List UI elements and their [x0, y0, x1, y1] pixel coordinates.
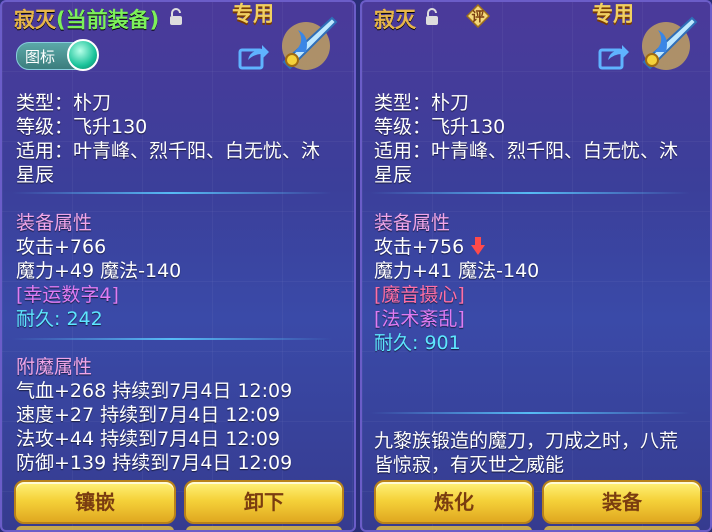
item-title: 寂灭(当前装备) [14, 4, 159, 34]
durability-label: 耐久: [16, 308, 61, 330]
usable-classes-line1: 适用：叶青峰、烈千阳、白无忧、沐 [16, 140, 321, 162]
durability-value: 242 [66, 308, 103, 330]
lock-icon[interactable] [424, 8, 440, 26]
item-level: 等级：飞升130 [16, 116, 148, 138]
divider [12, 192, 332, 194]
divider [370, 192, 690, 194]
current-equipment-panel: 寂灭(当前装备) 专用 图标 类型：朴刀 等级：飞升130 适用：叶青峰、烈千阳… [0, 0, 356, 532]
durability-value: 901 [424, 332, 461, 354]
blade-item-icon [642, 16, 698, 70]
magic-stat: 魔力+41 魔法-140 [374, 260, 540, 282]
usable-classes-line2: 星辰 [16, 164, 55, 186]
button-edge [376, 526, 532, 530]
item-level: 等级：飞升130 [374, 116, 506, 138]
attack-stat: 攻击+756 [374, 236, 465, 258]
inlay-button[interactable]: 镶嵌 [14, 480, 176, 524]
item-description-line1: 九黎族锻造的魔刀，刀成之时，八荒 [374, 430, 679, 452]
item-title: 寂灭 [374, 4, 416, 34]
attack-stat: 攻击+766 [16, 236, 107, 258]
special-attribute: [法术紊乱] [374, 308, 465, 330]
unequip-button[interactable]: 卸下 [184, 480, 344, 524]
icon-toggle-label: 图标 [25, 48, 56, 66]
divider [370, 412, 690, 414]
enchant-item: 法攻+44 持续到7月4日 12:09 [16, 428, 281, 450]
button-edge [544, 526, 700, 530]
equipment-attributes-heading: 装备属性 [374, 212, 451, 234]
refine-button[interactable]: 炼化 [374, 480, 534, 524]
usable-classes-line1: 适用：叶青峰、烈千阳、白无忧、沐 [374, 140, 679, 162]
toggle-knob [67, 39, 99, 71]
item-name: 寂灭 [14, 8, 56, 32]
compare-equipment-panel: 寂灭 评 专用 类型：朴刀 等级：飞升130 适用：叶青峰、烈千阳、白无忧、沐 … [360, 0, 712, 532]
lock-icon[interactable] [168, 8, 184, 26]
blade-item-icon [282, 16, 338, 70]
button-edge [16, 526, 174, 530]
magic-stat: 魔力+49 魔法-140 [16, 260, 182, 282]
enchant-item: 速度+27 持续到7月4日 12:09 [16, 404, 281, 426]
special-attribute: [魔音摄心] [374, 284, 465, 306]
durability-label: 耐久: [374, 332, 419, 354]
exclusive-label: 专用 [232, 2, 274, 26]
equip-button[interactable]: 装备 [542, 480, 702, 524]
item-type: 类型：朴刀 [16, 92, 112, 114]
rate-badge-label: 评 [471, 10, 485, 25]
durability-line: 耐久: 901 [374, 328, 461, 355]
special-attribute: [幸运数字4] [16, 284, 119, 306]
share-icon[interactable] [598, 42, 630, 70]
icon-toggle-switch[interactable]: 图标 [16, 39, 99, 71]
item-description-line2: 皆惊寂，有灭世之威能 [374, 454, 565, 476]
item-type: 类型：朴刀 [374, 92, 470, 114]
durability-line: 耐久: 242 [16, 304, 103, 331]
exclusive-label: 专用 [592, 2, 634, 26]
divider [12, 338, 332, 340]
enchant-item: 气血+268 持续到7月4日 12:09 [16, 380, 293, 402]
button-edge [186, 526, 342, 530]
equipped-tag: (当前装备) [56, 8, 160, 32]
enchant-attributes-heading: 附魔属性 [16, 356, 93, 378]
usable-classes-line2: 星辰 [374, 164, 413, 186]
attack-stat-line: 攻击+756 [374, 232, 486, 259]
down-arrow-icon [471, 237, 486, 255]
item-name: 寂灭 [374, 8, 416, 32]
enchant-item: 防御+139 持续到7月4日 12:09 [16, 452, 293, 474]
equipment-attributes-heading: 装备属性 [16, 212, 93, 234]
share-icon[interactable] [238, 42, 270, 70]
